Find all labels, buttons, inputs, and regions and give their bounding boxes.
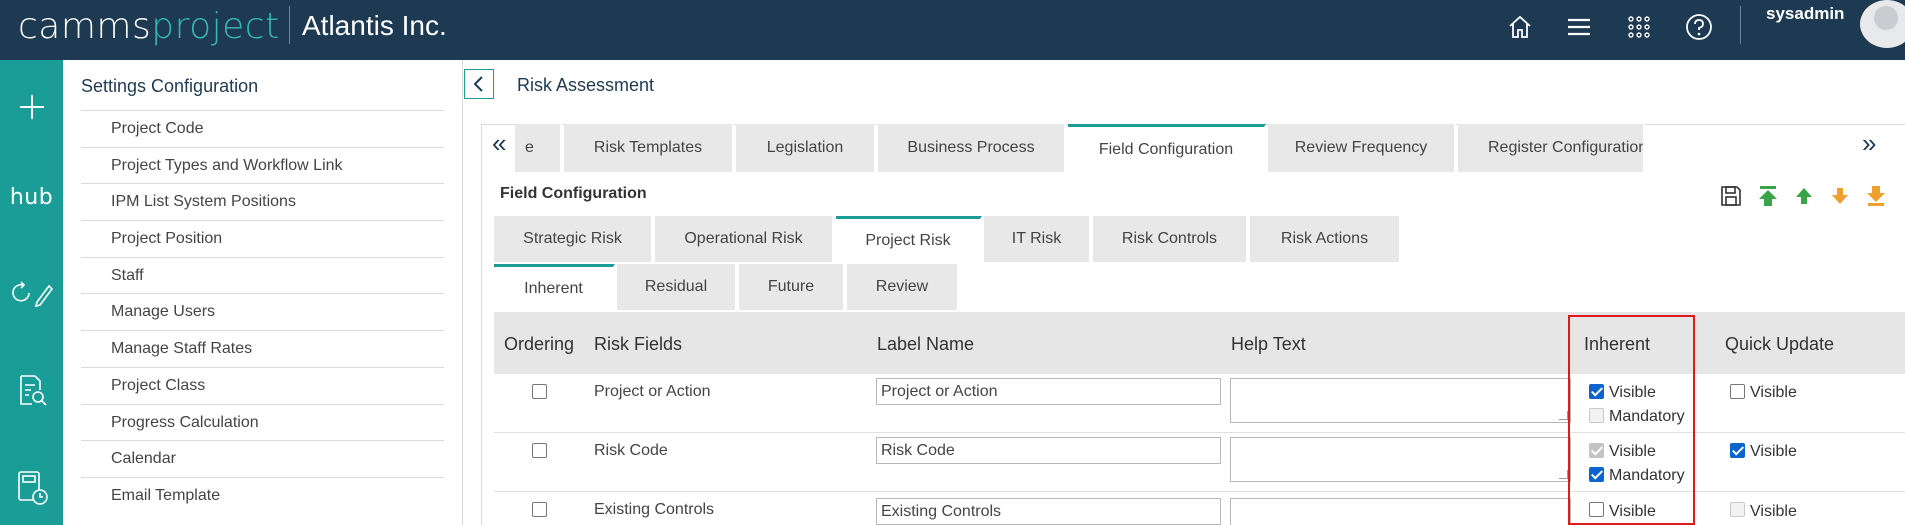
settings-item-email-template[interactable]: Email Template bbox=[81, 476, 444, 514]
settings-list: Project Code Project Types and Workflow … bbox=[81, 110, 444, 514]
tab-inherent[interactable]: Inherent bbox=[494, 264, 615, 310]
tabs-scroll-left-icon[interactable]: « bbox=[492, 128, 506, 159]
tabs-scroll-right-icon[interactable]: » bbox=[1862, 128, 1876, 159]
ordering-checkbox[interactable] bbox=[532, 502, 547, 517]
settings-title: Settings Configuration bbox=[81, 76, 259, 96]
add-icon[interactable] bbox=[0, 82, 63, 132]
tab-field-configuration[interactable]: Field Configuration bbox=[1068, 124, 1266, 173]
tab-future[interactable]: Future bbox=[739, 264, 845, 310]
username[interactable]: sysadmin bbox=[1766, 4, 1844, 24]
home-icon[interactable] bbox=[1503, 10, 1537, 44]
tab-residual[interactable]: Residual bbox=[617, 264, 737, 310]
label-name-input[interactable] bbox=[876, 437, 1221, 464]
logo-text-camms: camms bbox=[18, 6, 152, 47]
help-text-input[interactable] bbox=[1230, 498, 1571, 525]
settings-item-project-code[interactable]: Project Code bbox=[81, 110, 444, 147]
tab-register-configuration[interactable]: Register Configuration bbox=[1458, 124, 1645, 172]
quick-update-visible-label: Visible bbox=[1750, 503, 1797, 520]
help-icon[interactable] bbox=[1682, 10, 1716, 44]
quick-update-visible-label: Visible bbox=[1750, 443, 1797, 460]
quick-update-visible-checkbox[interactable] bbox=[1730, 443, 1745, 458]
user-divider bbox=[1740, 6, 1741, 44]
tab-project-risk[interactable]: Project Risk bbox=[836, 216, 982, 262]
menu-icon[interactable] bbox=[1562, 10, 1596, 44]
avatar[interactable] bbox=[1860, 0, 1905, 48]
settings-item-manage-staff-rates[interactable]: Manage Staff Rates bbox=[81, 330, 444, 367]
move-top-icon[interactable] bbox=[1755, 183, 1781, 209]
document-search-icon[interactable] bbox=[0, 365, 63, 415]
move-up-icon[interactable] bbox=[1791, 183, 1817, 209]
tab-risk-templates[interactable]: Risk Templates bbox=[564, 124, 734, 172]
ordering-checkbox[interactable] bbox=[532, 384, 547, 399]
settings-item-ipm-list[interactable]: IPM List System Positions bbox=[81, 183, 444, 220]
section-title: Field Configuration bbox=[500, 185, 647, 202]
help-text-input[interactable] bbox=[1230, 378, 1571, 423]
settings-item-progress-calculation[interactable]: Progress Calculation bbox=[81, 403, 444, 441]
tab-business-process[interactable]: Business Process bbox=[878, 124, 1066, 172]
settings-item-calendar[interactable]: Calendar bbox=[81, 440, 444, 477]
move-down-icon[interactable] bbox=[1827, 183, 1853, 209]
logo-text-project: project bbox=[151, 6, 280, 47]
collapse-sidebar-button[interactable] bbox=[464, 69, 494, 99]
top-header: cammsproject Atlantis Inc. sysadmin bbox=[0, 0, 1905, 60]
settings-item-project-class[interactable]: Project Class bbox=[81, 366, 444, 404]
settings-item-project-position[interactable]: Project Position bbox=[81, 220, 444, 257]
header-divider bbox=[289, 6, 290, 44]
company-name: Atlantis Inc. bbox=[302, 10, 447, 41]
settings-sidebar: Settings Configuration Project Code Proj… bbox=[63, 60, 463, 525]
move-bottom-icon[interactable] bbox=[1863, 183, 1889, 209]
tab-risk-controls[interactable]: Risk Controls bbox=[1093, 216, 1248, 262]
tab-legislation[interactable]: Legislation bbox=[736, 124, 876, 172]
label-name-input[interactable] bbox=[876, 498, 1221, 525]
settings-item-staff[interactable]: Staff bbox=[81, 256, 444, 294]
page-title: Risk Assessment bbox=[517, 75, 655, 95]
calculator-clock-icon[interactable] bbox=[0, 463, 63, 513]
tab-review[interactable]: Review bbox=[847, 264, 959, 310]
tab-risk-actions[interactable]: Risk Actions bbox=[1250, 216, 1401, 262]
settings-item-project-types[interactable]: Project Types and Workflow Link bbox=[81, 146, 444, 184]
tab-strategic-risk[interactable]: Strategic Risk bbox=[494, 216, 653, 262]
column-header-help-text: Help Text bbox=[1231, 334, 1306, 354]
settings-item-manage-users[interactable]: Manage Users bbox=[81, 293, 444, 330]
save-icon[interactable] bbox=[1718, 183, 1744, 209]
hub-label: hub bbox=[9, 184, 54, 210]
icon-rail: hub bbox=[0, 60, 63, 525]
quick-update-visible-checkbox[interactable] bbox=[1730, 384, 1745, 399]
column-header-ordering: Ordering bbox=[504, 334, 575, 354]
tab-review-frequency[interactable]: Review Frequency bbox=[1268, 124, 1456, 172]
quick-update-visible-label: Visible bbox=[1750, 384, 1797, 401]
ordering-checkbox[interactable] bbox=[532, 443, 547, 458]
apps-grid-icon[interactable] bbox=[1622, 10, 1656, 44]
app-logo[interactable]: cammsproject bbox=[18, 6, 280, 47]
inherent-column-highlight bbox=[1568, 315, 1695, 525]
refresh-edit-icon[interactable] bbox=[0, 268, 63, 318]
quick-update-visible-checkbox bbox=[1730, 502, 1745, 517]
risk-field-name: Existing Controls bbox=[594, 501, 715, 518]
tab-operational-risk[interactable]: Operational Risk bbox=[655, 216, 834, 262]
risk-field-name: Risk Code bbox=[594, 442, 668, 459]
column-header-risk-fields: Risk Fields bbox=[594, 334, 683, 354]
column-header-label-name: Label Name bbox=[877, 334, 975, 354]
hub-logo[interactable]: hub bbox=[0, 172, 63, 222]
column-header-quick-update: Quick Update bbox=[1725, 334, 1835, 354]
help-text-input[interactable] bbox=[1230, 437, 1571, 482]
tab-it-risk[interactable]: IT Risk bbox=[984, 216, 1091, 262]
label-name-input[interactable] bbox=[876, 378, 1221, 405]
tab-truncated[interactable]: e bbox=[515, 124, 562, 172]
risk-field-name: Project or Action bbox=[594, 383, 711, 400]
